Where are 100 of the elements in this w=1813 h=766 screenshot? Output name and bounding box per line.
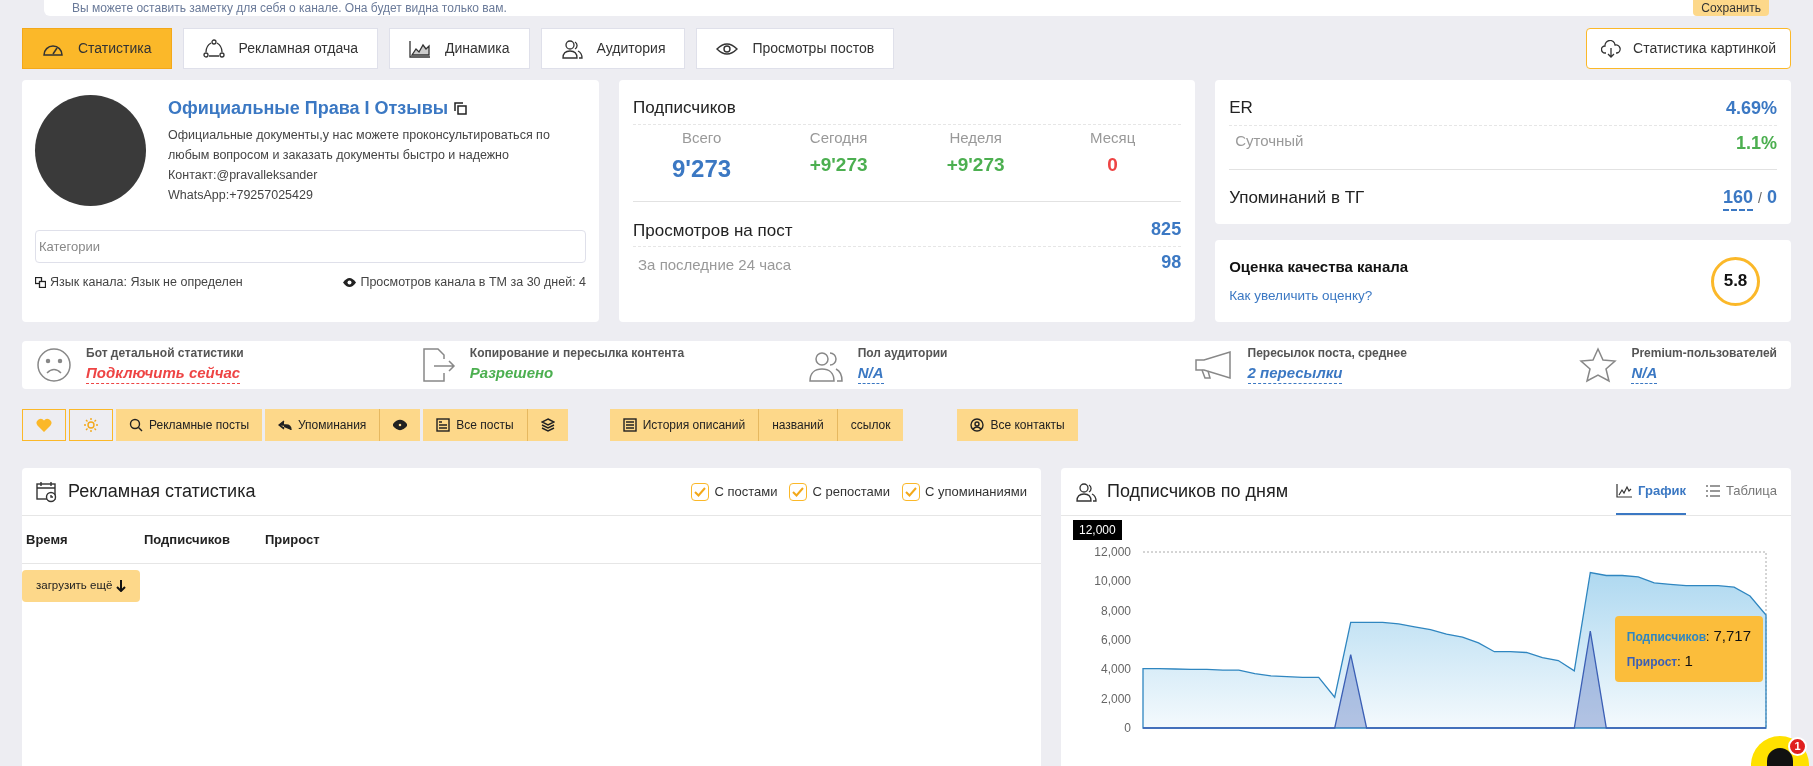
y-tick-label: 10,000 — [1094, 574, 1132, 589]
y-tick-label: 0 — [1124, 721, 1132, 735]
heart-icon — [36, 418, 52, 432]
contact-icon — [970, 418, 985, 432]
period-value: +9'273 — [945, 153, 1006, 177]
period-label: Всего — [680, 127, 723, 148]
period-value: 9'273 — [671, 154, 733, 184]
views-label: Просмотров на пост — [633, 219, 793, 242]
mentions-link[interactable]: 160 — [1723, 185, 1754, 211]
status-title: Бот детальной статистики — [86, 345, 244, 361]
status-value[interactable]: N/A — [857, 363, 884, 384]
tooltip-separator: : — [1677, 654, 1681, 671]
filter-label[interactable]: С постами — [714, 481, 778, 502]
tab[interactable]: Динамика — [389, 28, 530, 69]
channel-description: WhatsApp:+79257025429 — [168, 187, 314, 204]
channel-description: Контакт:@pravalleksander — [168, 167, 319, 184]
cycle-icon — [202, 38, 225, 59]
mentions-button[interactable]: Упоминания — [265, 409, 380, 441]
status-value[interactable]: Подключить сейчас — [86, 363, 241, 384]
layers-icon — [540, 418, 555, 432]
filter-label[interactable]: С репостами — [812, 481, 890, 502]
subscribers-title: Подписчиков — [633, 95, 1182, 125]
y-tick-label: 4,000 — [1100, 662, 1132, 677]
ads-posts-button[interactable]: Рекламные посты — [116, 409, 262, 441]
period-label: Неделя — [948, 127, 1003, 148]
tooltip-separator: : — [1706, 629, 1710, 646]
status-value[interactable]: N/A — [1631, 363, 1658, 384]
status-value: Разрешено — [469, 363, 554, 383]
mentions-label: Упоминаний в ТГ — [1229, 186, 1365, 209]
y-tick-label: 2,000 — [1100, 691, 1132, 706]
column-header: Подписчиков — [144, 530, 231, 549]
copy-icon[interactable] — [454, 102, 468, 115]
tooltip-value: 7,717 — [1713, 626, 1751, 646]
daily-er-value: 1.1% — [1735, 132, 1777, 155]
translate-icon — [35, 276, 46, 288]
er-value: 4.69% — [1725, 97, 1777, 120]
column-header: Прирост — [265, 530, 320, 549]
eye-icon — [343, 277, 357, 287]
filter-checkbox[interactable] — [789, 482, 808, 501]
sun-icon — [84, 418, 98, 432]
all-contacts-button[interactable]: Все контакты — [957, 409, 1078, 441]
list-icon — [622, 418, 637, 432]
load-more-button[interactable]: загрузить ещё — [22, 570, 141, 602]
period-value: 0 — [1106, 153, 1119, 177]
status-value[interactable]: 2 пересылки — [1247, 363, 1343, 384]
tab[interactable]: Аудитория — [540, 28, 686, 69]
view-tab[interactable]: Таблица — [1706, 468, 1777, 515]
calendar-clock-icon — [36, 480, 58, 503]
last24-label: За последние 24 часа — [638, 254, 792, 275]
view-tab[interactable]: График — [1616, 468, 1686, 515]
tab[interactable]: Рекламная отдача — [182, 28, 379, 69]
column-header: Время — [26, 530, 69, 549]
quality-title: Оценка качества канала — [1229, 256, 1409, 277]
cloud-download-icon — [1601, 39, 1622, 58]
favorite-button[interactable] — [22, 409, 66, 441]
status-title: Пересылок поста, среднее — [1247, 345, 1407, 361]
eye-icon — [393, 418, 408, 432]
all-posts-button[interactable]: Все посты — [423, 409, 527, 441]
filter-label[interactable]: С упоминаниями — [924, 481, 1027, 502]
sad-face-icon — [36, 347, 72, 383]
icon-button[interactable] — [69, 409, 113, 441]
chart-icon — [409, 39, 432, 58]
period-label: Месяц — [1089, 127, 1137, 148]
categories-field[interactable]: Категории — [35, 230, 587, 263]
crosshair-label: 12,000 — [1073, 520, 1122, 540]
status-title: Пол аудитории — [857, 345, 948, 361]
panel-title: Подписчиков по дням — [1107, 480, 1289, 503]
tooltip-value: 1 — [1684, 651, 1693, 671]
status-title: Premium-пользователей — [1631, 345, 1777, 361]
search-icon — [129, 418, 143, 432]
chart-icon — [1616, 483, 1633, 498]
tab[interactable]: Просмотры постов — [696, 28, 895, 69]
last24-value: 98 — [1161, 251, 1182, 274]
image-stats-button[interactable]: Статистика картинкой — [1586, 28, 1791, 69]
mentions-separator: / — [1758, 189, 1762, 208]
period-value: +9'273 — [808, 153, 869, 177]
period-label: Сегодня — [808, 127, 869, 148]
filter-checkbox[interactable] — [901, 482, 920, 501]
arrow-down-icon — [116, 580, 127, 592]
channel-title[interactable]: Официальные Права I Отзывы — [168, 95, 449, 122]
tab[interactable]: Статистика — [22, 28, 172, 69]
list-icon — [1706, 483, 1720, 498]
filter-checkbox[interactable] — [691, 482, 710, 501]
history-button[interactable]: названий — [758, 409, 837, 441]
history-button[interactable]: ссылок — [836, 409, 904, 441]
channel-language: Язык канала: Язык не определен — [50, 274, 243, 291]
note-hint: Вы можете оставить заметку для себя о канале. Она будет видна только вам. — [72, 1, 507, 15]
save-button[interactable]: Сохранить — [1693, 0, 1769, 16]
views-value: 825 — [1151, 218, 1182, 241]
history-button[interactable]: История описаний — [609, 409, 759, 441]
star-icon — [1579, 347, 1618, 383]
megaphone-icon — [1193, 350, 1234, 380]
layers-button[interactable] — [526, 409, 568, 441]
y-tick-label: 6,000 — [1100, 633, 1132, 647]
export-icon — [421, 347, 456, 383]
eye-button[interactable] — [379, 409, 421, 441]
eye-icon — [716, 41, 739, 56]
panel-title: Рекламная статистика — [68, 480, 256, 503]
mentions-value: 0 — [1767, 186, 1777, 209]
improve-score-link[interactable]: Как увеличить оценку? — [1229, 286, 1409, 307]
